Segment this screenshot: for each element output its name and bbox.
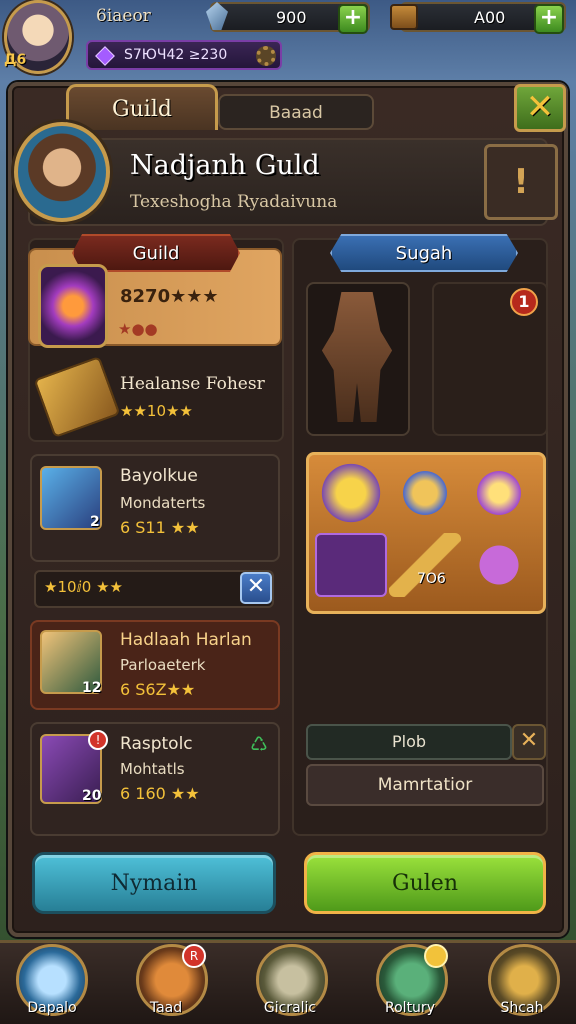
guild-name: Nadjanh Guld <box>130 150 320 181</box>
player-name: 6iaeor <box>96 6 151 26</box>
portal-icon[interactable] <box>463 461 535 525</box>
member-name: Hadlaah Harlan <box>120 630 252 650</box>
member-badge: 20 <box>82 788 102 804</box>
gulen-button[interactable]: Gulen <box>304 852 546 914</box>
member-meta: 6 160 ★★ <box>120 784 200 803</box>
member-name: Rasptolc <box>120 734 193 754</box>
guild-subtitle: Texeshoghа Ryadaivuna <box>130 192 338 212</box>
sword-icon[interactable] <box>389 533 461 597</box>
add-chest-button[interactable]: + <box>534 4 564 34</box>
rating-text: ★10ⅈ0 ★★ <box>44 578 124 596</box>
nav-label: Dapalo <box>27 1000 77 1016</box>
chest-value: A00 <box>474 8 506 27</box>
item-title: Healanse Fohesr <box>120 374 265 394</box>
nav-label: Shcah <box>500 1000 544 1016</box>
tab-guild[interactable]: Guild <box>66 84 218 130</box>
sugah-ribbon: Sugah <box>330 234 518 272</box>
gem-icon <box>95 46 115 66</box>
chest-icon <box>390 4 418 30</box>
member-badge: 2 <box>90 514 100 530</box>
info-button[interactable]: ! <box>484 144 558 220</box>
member-role: Mohtatls <box>120 760 185 778</box>
grid-label: 7О6 <box>417 571 446 587</box>
gem-value: S7ЮЧ42 ≥230 <box>124 47 228 63</box>
nav-badge: R <box>182 944 206 968</box>
nymain-button[interactable]: Nymain <box>32 852 276 914</box>
top-bar: Д6 6iaeor S7ЮЧ42 ≥230 900 + A00 + <box>0 0 576 78</box>
guild-power: 8270★★★ <box>120 286 219 307</box>
member-meta: 6 S11 ★★ <box>120 518 200 537</box>
member-name: Bayolkue <box>120 466 198 486</box>
gear-icon[interactable] <box>256 46 276 66</box>
crystal-counter: 900 + <box>206 2 370 34</box>
player-level: Д6 <box>4 52 27 68</box>
nav-label: Taad <box>149 1000 183 1016</box>
orb-icon[interactable] <box>315 461 387 525</box>
gem-counter: S7ЮЧ42 ≥230 <box>86 40 282 70</box>
box-icon[interactable] <box>463 533 535 597</box>
reward-grid: 7О6 <box>306 452 546 614</box>
guild-dots: ★●● <box>118 320 158 338</box>
member-meta: 6 S6Z★★ <box>120 680 196 699</box>
crystal-item-icon[interactable] <box>315 533 387 597</box>
close-icon[interactable]: ✕ <box>240 572 272 604</box>
recycle-icon[interactable]: ♺ <box>250 732 268 756</box>
item-stars: ★★10★★ <box>120 402 193 420</box>
member-badge: 12 <box>82 680 102 696</box>
chest-counter: A00 + <box>390 2 566 34</box>
member-field[interactable]: Mamrtatior <box>306 764 544 806</box>
close-icon[interactable]: ✕ <box>512 724 546 760</box>
notification-badge: 1 <box>510 288 538 316</box>
member-role: Mondaterts <box>120 494 206 512</box>
plob-field[interactable]: Plob <box>306 724 512 760</box>
nav-label: Gicralic <box>263 1000 317 1016</box>
add-crystal-button[interactable]: + <box>338 4 368 34</box>
amulet-icon[interactable] <box>389 461 461 525</box>
close-button[interactable]: ✕ <box>514 84 566 132</box>
crystal-value: 900 <box>276 8 307 27</box>
nav-label: Roltury <box>385 1000 435 1016</box>
tab-board[interactable]: Baaad <box>218 94 374 130</box>
guild-leader-avatar[interactable] <box>14 122 110 222</box>
guild-emblem-icon <box>38 264 108 348</box>
crystal-icon <box>206 2 228 30</box>
member-role: Parloaeterk <box>120 656 206 674</box>
alert-icon: ! <box>88 730 108 750</box>
coin-icon <box>424 944 448 968</box>
